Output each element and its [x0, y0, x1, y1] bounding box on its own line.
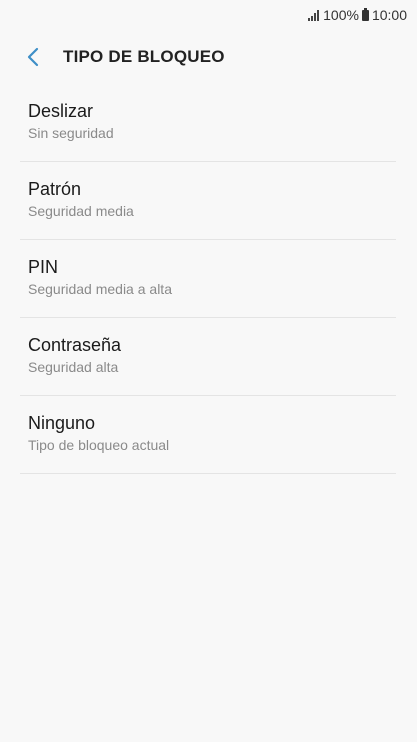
back-button[interactable]: [18, 42, 48, 72]
battery-icon: [361, 7, 369, 21]
lock-option-title: PIN: [28, 257, 59, 277]
lock-option-ninguno[interactable]: Ninguno Tipo de bloqueo actual: [20, 396, 396, 474]
signal-icon: [308, 9, 320, 21]
lock-option-title: Deslizar: [28, 101, 94, 121]
clock: 10:00: [371, 7, 407, 23]
status-bar: 100% 10:00: [0, 0, 417, 30]
lock-option-subtitle: Seguridad media a alta: [28, 281, 172, 297]
lock-option-pin[interactable]: PIN Seguridad media a alta: [20, 240, 396, 318]
lock-option-title: Contraseña: [28, 335, 122, 355]
lock-option-contrasena[interactable]: Contraseña Seguridad alta: [20, 318, 396, 396]
lock-option-patron[interactable]: Patrón Seguridad media: [20, 162, 396, 240]
lock-option-deslizar[interactable]: Deslizar Sin seguridad: [20, 84, 396, 162]
page-title: TIPO DE BLOQUEO: [63, 47, 225, 66]
lock-option-subtitle: Sin seguridad: [28, 125, 114, 141]
lock-option-title: Ninguno: [28, 413, 96, 433]
app-bar: TIPO DE BLOQUEO: [0, 38, 417, 76]
lock-option-subtitle: Seguridad alta: [28, 359, 119, 375]
lock-option-title: Patrón: [28, 179, 82, 199]
chevron-left-icon: [27, 47, 39, 67]
lock-option-subtitle: Seguridad media: [28, 203, 134, 219]
lock-option-subtitle: Tipo de bloqueo actual: [28, 437, 170, 453]
lock-type-list: Deslizar Sin seguridad Patrón Seguridad …: [20, 84, 396, 474]
battery-level: 100%: [323, 7, 359, 23]
